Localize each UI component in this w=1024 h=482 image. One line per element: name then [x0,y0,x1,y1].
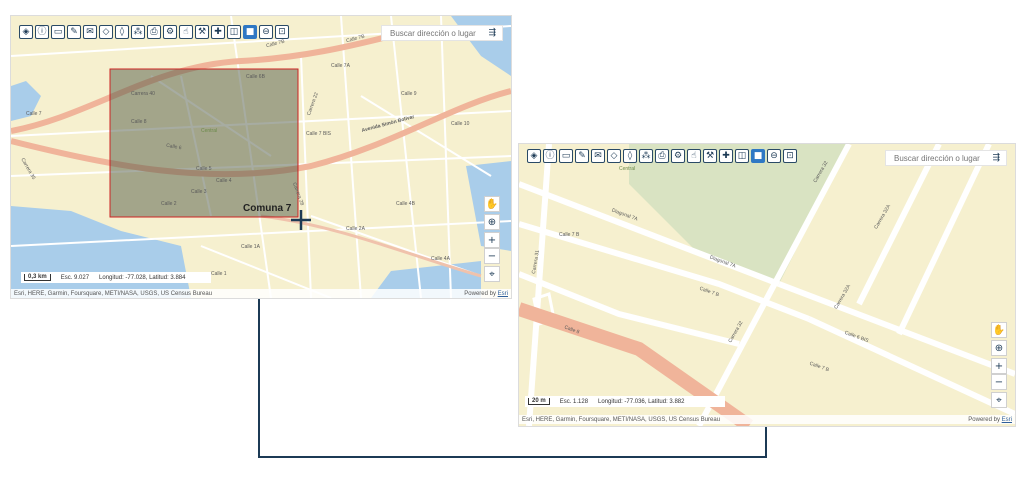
district-label: Comuna 7 [243,203,292,214]
tag-icon[interactable]: ◊ [115,25,129,39]
zoom-in-icon[interactable]: + [484,232,500,248]
detail-map[interactable]: Diagonal 7A Diagonal 7A Calle 7 B Carrer… [518,143,1016,427]
status-bar: 20 m Esc. 1.128 Longitud: -77.036, Latit… [525,396,725,407]
measure-icon[interactable]: ▭ [559,149,573,163]
info-icon[interactable]: ⓘ [543,149,557,163]
info-icon[interactable]: ⓘ [35,25,49,39]
scale-text: Esc. 1.128 [559,398,589,405]
search-box: ⇶ [885,150,1007,166]
locate-icon[interactable]: ⌖ [991,392,1007,408]
search-go-icon[interactable]: ⇶ [488,28,496,38]
locate-icon[interactable]: ⌖ [484,266,500,282]
scale-bar: 0,3 km [24,274,51,281]
eraser-icon[interactable]: ◇ [607,149,621,163]
search-box: ⇶ [381,25,503,41]
share-icon[interactable]: ⚙ [163,25,177,39]
detail-map-canvas [519,144,1015,426]
eraser-icon[interactable]: ◇ [99,25,113,39]
street-label: Calle 2 [161,201,177,207]
pencil-icon[interactable]: ✎ [575,149,589,163]
search-go-icon[interactable]: ⇶ [992,153,1000,163]
pan-hand-icon[interactable]: ✋ [991,322,1007,338]
coordinates: Longitud: -77.028, Latitud: 3.884 [99,274,186,281]
street-label: Calle 4A [431,256,450,262]
esri-link[interactable]: Esri [1002,417,1012,423]
share-icon[interactable]: ⚙ [671,149,685,163]
plus-cross-icon[interactable]: ✚ [211,25,225,39]
hand-icon[interactable]: ☝ [687,149,701,163]
globe-icon[interactable]: ⊕ [991,340,1007,356]
pencil-icon[interactable]: ✎ [67,25,81,39]
speech-bubble-icon[interactable]: ✉ [591,149,605,163]
street-label: Calle 10 [451,121,470,127]
street-label: Calle 8 [131,119,147,125]
tag-icon[interactable]: ◊ [623,149,637,163]
street-label: Calle 4B [396,201,415,207]
search-input[interactable] [388,27,486,39]
zoom-select-icon[interactable]: ⊡ [275,25,289,39]
street-label: Calle 7A [331,63,350,69]
scale-text: Esc. 9.027 [60,274,90,281]
rectangle-zoom-icon[interactable]: ■ [751,149,765,163]
printer-icon[interactable]: ⎙ [655,149,669,163]
plus-cross-icon[interactable]: ✚ [719,149,733,163]
zoom-out-button[interactable]: − [991,374,1007,390]
street-label: Calle 2A [346,226,365,232]
printer-icon[interactable]: ⎙ [147,25,161,39]
pan-hand-icon[interactable]: ✋ [484,196,500,212]
speech-bubble-icon[interactable]: ✉ [83,25,97,39]
street-label: Calle 6B [246,74,265,80]
street-label: Calle 7 BIS [306,131,332,137]
park-label: Central [619,166,636,172]
split-view-icon[interactable]: ◫ [735,149,749,163]
rectangle-zoom-icon[interactable]: ■ [243,25,257,39]
measure-icon[interactable]: ▭ [51,25,65,39]
street-label: Calle 1A [241,244,260,250]
street-label: Carrera 40 [131,91,155,97]
attribution-text: Esri, HERE, Garmin, Foursquare, METI/NAS… [14,290,213,297]
park-label: Central [201,128,218,134]
status-bar: 0,3 km Esc. 9.027 Longitud: -77.028, Lat… [21,272,211,283]
street-label: Calle 9 [401,91,417,97]
search-input[interactable] [892,152,990,164]
globe-icon[interactable]: ⊕ [484,214,500,230]
layers-icon[interactable]: ◈ [527,149,541,163]
street-label: Calle 1 [211,271,227,277]
zoom-out-icon[interactable]: ⊖ [767,149,781,163]
street-label: Calle 5 [196,166,212,172]
scale-bar: 20 m [528,398,550,405]
tools-icon[interactable]: ⚒ [195,25,209,39]
street-label: Calle 7 B [559,232,580,238]
powered-by: Powered by Esri [968,416,1012,423]
overview-map[interactable]: Calle 7B Calle 7A Calle 7 Calle 7B Calle… [10,15,512,299]
layers-icon[interactable]: ◈ [19,25,33,39]
attribution-bar: Esri, HERE, Garmin, Foursquare, METI/NAS… [519,415,1015,424]
street-label: Calle 7 [26,111,42,117]
split-view-icon[interactable]: ◫ [227,25,241,39]
network-icon[interactable]: ⁂ [131,25,145,39]
esri-link[interactable]: Esri [498,291,508,297]
map-toolbar: ◈ ⓘ ▭ ✎ ✉ ◇ ◊ ⁂ ⎙ ⚙ ☝ ⚒ ✚ ◫ ■ ⊖ ⊡ [527,149,797,163]
street-label: Calle 3 [191,189,207,195]
zoom-in-icon[interactable]: + [991,358,1007,374]
attribution-bar: Esri, HERE, Garmin, Foursquare, METI/NAS… [11,289,511,298]
powered-by: Powered by Esri [464,290,508,297]
tools-icon[interactable]: ⚒ [703,149,717,163]
zoom-out-button[interactable]: − [484,248,500,264]
zoom-out-icon[interactable]: ⊖ [259,25,273,39]
coordinates: Longitud: -77.036, Latitud: 3.882 [598,398,685,405]
hand-icon[interactable]: ☝ [179,25,193,39]
map-toolbar: ◈ ⓘ ▭ ✎ ✉ ◇ ◊ ⁂ ⎙ ⚙ ☝ ⚒ ✚ ◫ ■ ⊖ ⊡ [19,25,289,39]
attribution-text: Esri, HERE, Garmin, Foursquare, METI/NAS… [522,416,721,423]
zoom-select-icon[interactable]: ⊡ [783,149,797,163]
network-icon[interactable]: ⁂ [639,149,653,163]
street-label: Calle 4 [216,178,232,184]
